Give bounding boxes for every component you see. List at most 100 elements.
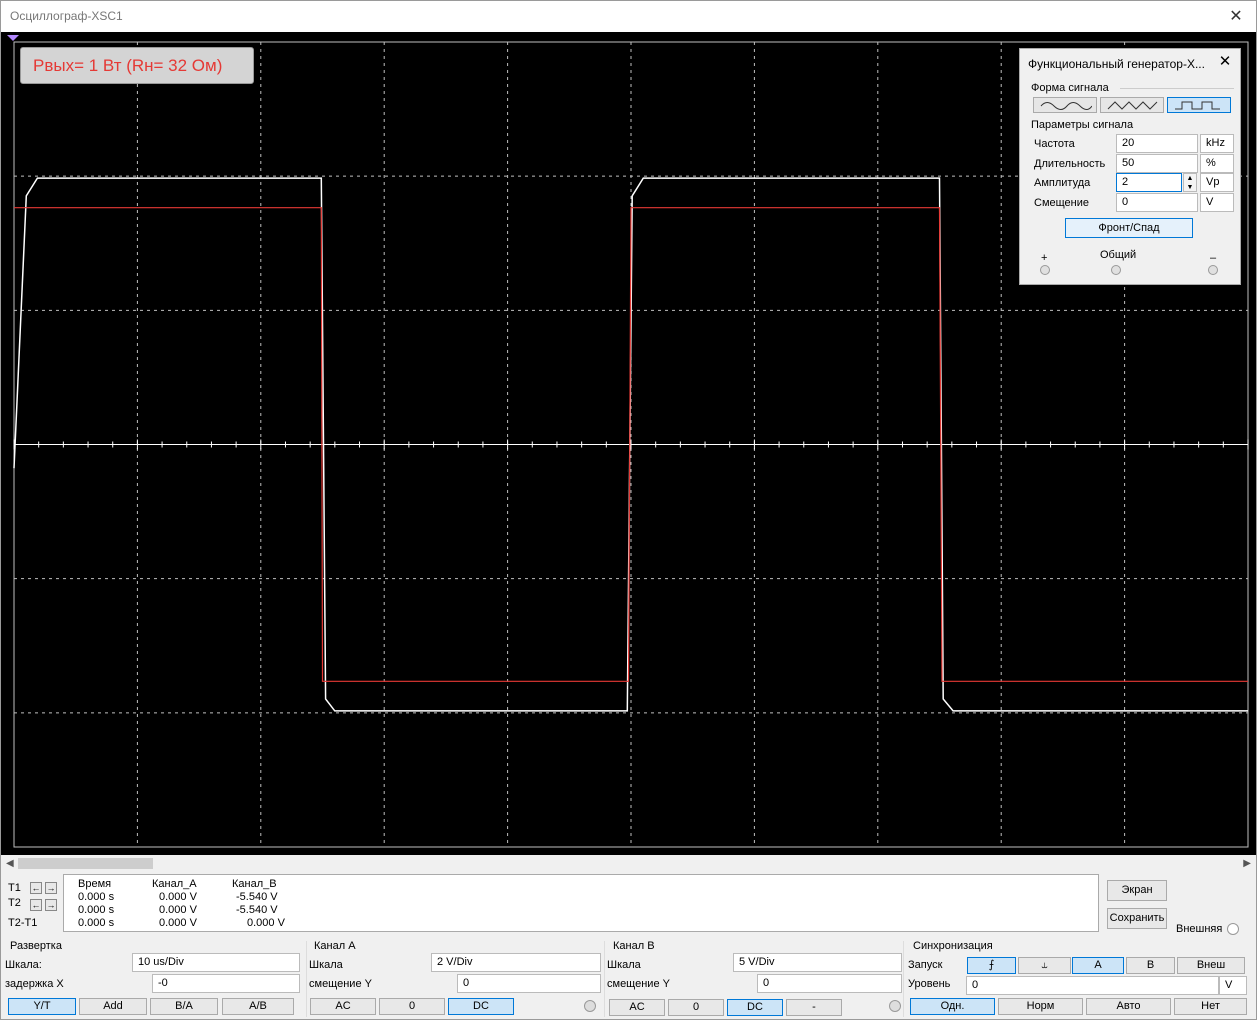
plus-terminal-label: +: [1041, 252, 1048, 264]
window-title: Осциллограф-XSC1: [10, 9, 123, 23]
scroll-right-icon[interactable]: ▶: [1243, 855, 1251, 872]
channel-b-scale-field[interactable]: 5 V/Div: [733, 953, 902, 972]
sine-wave-button[interactable]: [1033, 97, 1097, 113]
frequency-unit[interactable]: kHz: [1200, 134, 1234, 153]
rise-fall-button[interactable]: Фронт/Спад: [1065, 218, 1193, 238]
cursor-readout-area: T1 T2 T2-T1 ← → ← → Время Канал_A Канал_…: [1, 873, 1256, 935]
offset-input[interactable]: 0: [1116, 193, 1198, 212]
x-delay-field[interactable]: -0: [152, 974, 300, 993]
trigger-single-button[interactable]: Одн.: [910, 998, 995, 1015]
channel-b-terminal[interactable]: [889, 1000, 901, 1012]
horizontal-scrollbar[interactable]: ◀ ▶: [1, 855, 1256, 872]
trigger-level-field[interactable]: 0: [966, 976, 1219, 995]
trigger-marker-icon[interactable]: [7, 35, 19, 41]
trigger-level-unit[interactable]: V: [1219, 976, 1247, 995]
cell: -5.540 V: [236, 891, 278, 903]
trigger-level-label: Уровень: [908, 978, 951, 990]
cursor-readout-table: Время Канал_A Канал_B 0.000 s 0.000 V -5…: [63, 874, 1099, 932]
channel-b-ac-button[interactable]: AC: [609, 999, 665, 1016]
minus-terminal[interactable]: [1208, 265, 1218, 275]
offset-label: Смещение: [1034, 197, 1090, 209]
col-channel-a: Канал_A: [152, 878, 197, 890]
sine-icon: [1040, 102, 1092, 110]
scroll-thumb[interactable]: [18, 858, 153, 869]
close-icon[interactable]: ✕: [1224, 6, 1248, 28]
trigger-rising-edge-icon[interactable]: ⨍: [967, 957, 1016, 974]
mode-yt-button[interactable]: Y/T: [8, 998, 76, 1015]
trigger-group: Синхронизация Запуск ⨍ ⥿ A B Внеш Уровен…: [904, 937, 1254, 1019]
channel-a-scale-field[interactable]: 2 V/Div: [431, 953, 601, 972]
cell: 0.000 V: [159, 917, 197, 929]
trigger-title: Синхронизация: [913, 940, 993, 952]
trigger-source-ext-button[interactable]: Внеш: [1177, 957, 1245, 974]
trigger-start-label: Запуск: [908, 959, 943, 971]
cell: 0.000 V: [159, 891, 197, 903]
triangle-wave-button[interactable]: [1100, 97, 1164, 113]
scroll-left-icon[interactable]: ◀: [6, 855, 14, 872]
title-bar: Осциллограф-XSC1 ✕: [1, 1, 1256, 32]
mode-ab-button[interactable]: A/B: [222, 998, 294, 1015]
channel-a-offset-field[interactable]: 0: [457, 974, 601, 993]
channel-b-title: Канал В: [613, 940, 655, 952]
trigger-source-b-button[interactable]: B: [1126, 957, 1175, 974]
channel-b-group: Канал В Шкала 5 V/Div смещение Y 0 AC 0 …: [605, 937, 903, 1019]
external-label: Внешняя: [1176, 923, 1223, 935]
timebase-scale-label: Шкала:: [5, 959, 42, 971]
cell: 0.000 s: [78, 904, 115, 916]
amplitude-input[interactable]: 2: [1116, 173, 1182, 192]
channel-a-zero-button[interactable]: 0: [379, 998, 445, 1015]
cell: 0.000 s: [78, 917, 115, 929]
save-button[interactable]: Сохранить: [1107, 908, 1167, 929]
trigger-falling-edge-icon[interactable]: ⥿: [1018, 957, 1071, 974]
trigger-none-button[interactable]: Нет: [1174, 998, 1247, 1015]
channel-b-scale-label: Шкала: [607, 959, 641, 971]
mode-ba-button[interactable]: B/A: [150, 998, 218, 1015]
channel-a-terminal[interactable]: [584, 1000, 596, 1012]
channel-b-zero-button[interactable]: 0: [668, 999, 724, 1016]
trigger-source-a-button[interactable]: A: [1072, 957, 1124, 974]
trigger-auto-button[interactable]: Авто: [1086, 998, 1171, 1015]
channel-a-ac-button[interactable]: AC: [310, 998, 376, 1015]
t2-right-arrow-icon[interactable]: →: [45, 899, 57, 911]
cell: -5.540 V: [236, 904, 278, 916]
t1-left-arrow-icon[interactable]: ←: [30, 882, 42, 894]
channel-b-offset-field[interactable]: 0: [757, 974, 902, 993]
amplitude-unit[interactable]: Vp: [1200, 173, 1234, 192]
common-terminal[interactable]: [1111, 265, 1121, 275]
screen-button[interactable]: Экран: [1107, 880, 1167, 901]
waveform-label: Форма сигнала: [1031, 82, 1109, 94]
channel-a-dc-button[interactable]: DC: [448, 998, 514, 1015]
duty-input[interactable]: 50: [1116, 154, 1198, 173]
scope-screen: Рвых= 1 Вт (Rн= 32 Ом) Функциональный ге…: [1, 32, 1256, 855]
square-wave-button[interactable]: [1167, 97, 1231, 113]
trigger-normal-button[interactable]: Норм: [998, 998, 1083, 1015]
duty-label: Длительность: [1034, 158, 1106, 170]
frequency-input[interactable]: 20: [1116, 134, 1198, 153]
oscilloscope-window: Осциллограф-XSC1 ✕ Рвых= 1 Вт (Rн= 32 Ом…: [0, 0, 1257, 1020]
t2-label: T2: [8, 897, 21, 909]
external-terminal[interactable]: [1227, 923, 1239, 935]
channel-b-dc-button[interactable]: DC: [727, 999, 783, 1016]
t2-left-arrow-icon[interactable]: ←: [30, 899, 42, 911]
channel-a-offset-label: смещение Y: [309, 978, 372, 990]
col-channel-b: Канал_B: [232, 878, 277, 890]
duty-unit[interactable]: %: [1200, 154, 1234, 173]
col-time: Время: [78, 878, 112, 890]
common-terminal-label: Общий: [1100, 249, 1137, 261]
square-icon: [1175, 101, 1220, 110]
offset-unit[interactable]: V: [1200, 193, 1234, 212]
mode-add-button[interactable]: Add: [79, 998, 147, 1015]
t2t1-label: T2-T1: [8, 917, 38, 929]
channel-b-invert-button[interactable]: -: [786, 999, 842, 1016]
plus-terminal[interactable]: [1040, 265, 1050, 275]
amplitude-label: Амплитуда: [1034, 177, 1091, 189]
x-delay-label: задержка X: [5, 978, 64, 990]
timebase-scale-field[interactable]: 10 us/Div: [132, 953, 300, 972]
t1-right-arrow-icon[interactable]: →: [45, 882, 57, 894]
fg-close-icon[interactable]: ✕: [1216, 53, 1234, 71]
channel-a-group: Канал А Шкала 2 V/Div смещение Y 0 AC 0 …: [307, 937, 604, 1019]
function-generator-panel: Функциональный генератор-X... ✕ Форма си…: [1019, 48, 1241, 285]
channel-b-offset-label: смещение Y: [607, 978, 670, 990]
params-label: Параметры сигнала: [1031, 119, 1134, 131]
amplitude-spinner[interactable]: ▲ ▼: [1183, 173, 1197, 192]
